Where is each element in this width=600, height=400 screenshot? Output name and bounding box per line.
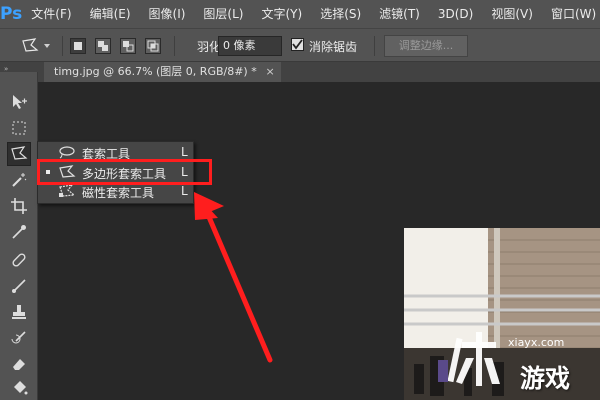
watermark-brand: 游戏 [520,364,571,393]
flyout-item-label: 磁性套索工具 [82,186,155,200]
menu-file[interactable]: 文件(F) [22,0,80,28]
crop-tool[interactable] [7,194,31,218]
document-tab[interactable]: timg.jpg @ 66.7% (图层 0, RGB/8#) * × [44,62,281,82]
polygonal-lasso-icon [22,38,50,52]
move-tool-icon [13,95,27,109]
paint-bucket-icon [14,381,28,395]
options-bar: 羽化: 0 像素 消除锯齿 调整边缘... [0,28,600,62]
subtract-from-selection-button[interactable] [120,38,136,54]
antialias-checkbox[interactable] [291,38,304,51]
healing-brush-tool[interactable] [7,248,31,272]
divider [62,36,63,56]
menu-edit[interactable]: 编辑(E) [81,0,140,28]
magnetic-lasso-icon [58,184,76,201]
new-selection-icon [74,42,82,50]
feather-input[interactable]: 0 像素 [218,36,282,56]
history-brush-icon [11,331,26,344]
refine-edge-button[interactable]: 调整边缘... [384,35,468,57]
menu-window[interactable]: 窗口(W) [542,0,600,28]
clone-stamp-icon [12,305,26,319]
menu-image[interactable]: 图像(I) [140,0,195,28]
lasso-tool-icon [11,146,28,160]
tools-panel-header[interactable]: » [0,62,38,73]
flyout-item-shortcut: L [181,145,188,159]
intersect-selection-icon [147,40,159,52]
magic-wand-icon [12,173,27,187]
eraser-tool[interactable] [7,352,31,376]
document-tab-bar: timg.jpg @ 66.7% (图层 0, RGB/8#) * × [38,62,600,82]
add-to-selection-button[interactable] [95,38,111,54]
clone-stamp-tool[interactable] [7,300,31,324]
menu-3d[interactable]: 3D(D) [429,0,482,28]
divider [374,36,375,56]
move-tool[interactable] [7,90,31,114]
watermark-url: xiayx.com [508,336,565,349]
close-icon[interactable]: × [266,62,275,82]
annotation-highlight-box [37,159,212,185]
brush-tool-icon [12,279,26,293]
eraser-icon [13,359,25,370]
menu-type[interactable]: 文字(Y) [252,0,311,28]
intersect-selection-button[interactable] [145,38,161,54]
flyout-item-shortcut: L [181,184,188,198]
eyedropper-tool[interactable] [7,220,31,244]
marquee-tool-icon [12,121,26,135]
tools-panel [0,72,38,400]
menu-select[interactable]: 选择(S) [311,0,370,28]
document-tab-title: timg.jpg @ 66.7% (图层 0, RGB/8#) * [54,65,257,78]
check-icon [292,39,303,50]
healing-brush-icon [12,253,26,267]
history-brush-tool[interactable] [7,326,31,350]
brush-tool[interactable] [7,274,31,298]
marquee-tool[interactable] [7,116,31,140]
menu-filter[interactable]: 滤镜(T) [370,0,429,28]
tool-preset-picker[interactable] [20,37,54,55]
menu-layer[interactable]: 图层(L) [194,0,252,28]
eyedropper-icon [12,225,26,239]
antialias-label: 消除锯齿 [309,40,358,54]
magic-wand-tool[interactable] [7,168,31,192]
menu-view[interactable]: 视图(V) [482,0,542,28]
crop-tool-icon [11,198,27,214]
lasso-tool[interactable] [7,142,31,166]
divider [174,36,175,56]
paint-bucket-tool[interactable] [7,376,31,400]
photoshop-logo: Ps [0,4,23,24]
new-selection-button[interactable] [70,38,86,54]
menu-bar: Ps 文件(F) 编辑(E) 图像(I) 图层(L) 文字(Y) 选择(S) 滤… [0,0,600,28]
subtract-selection-icon [123,41,134,52]
add-selection-icon [98,41,108,51]
